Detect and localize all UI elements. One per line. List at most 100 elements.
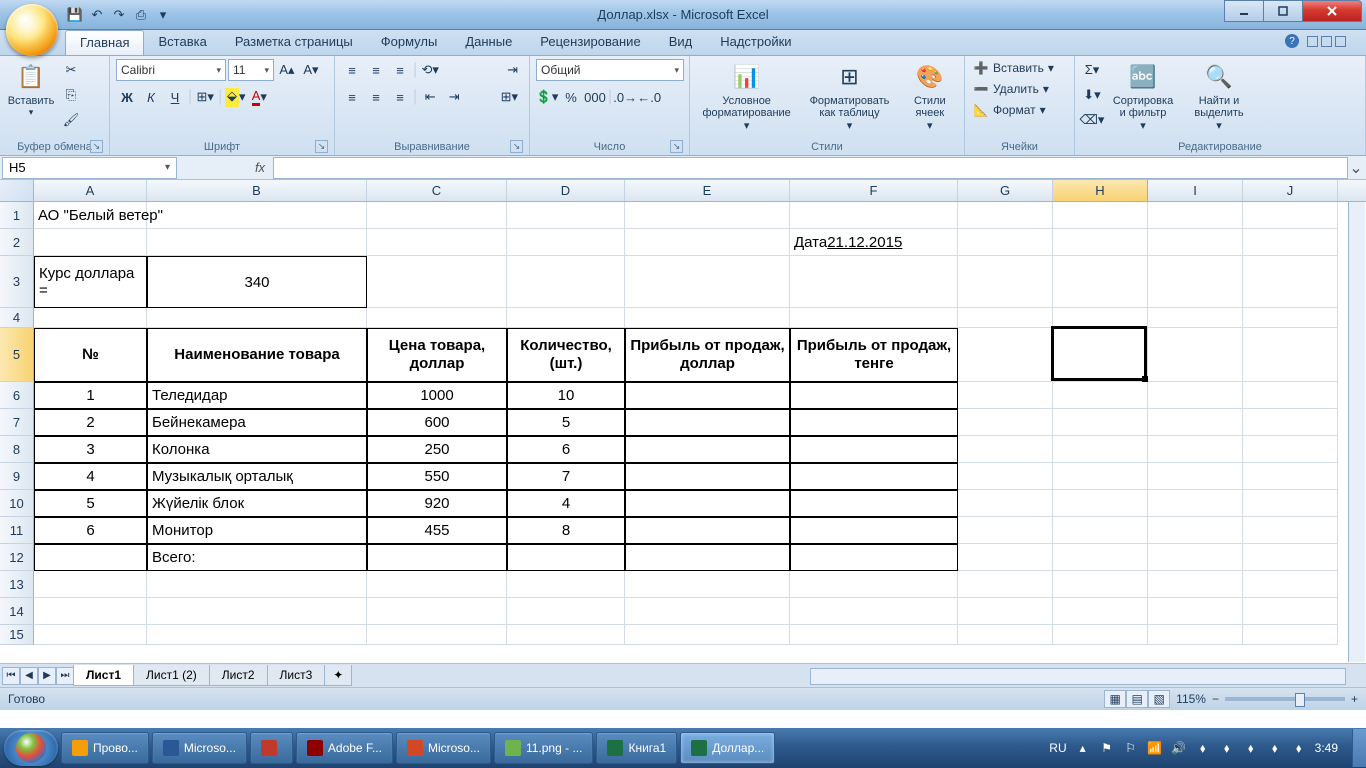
cell[interactable]: [367, 544, 507, 571]
cell[interactable]: Курс доллара =: [34, 256, 147, 308]
ribbon-tab-вид[interactable]: Вид: [655, 30, 707, 55]
new-sheet-button[interactable]: ✦: [324, 665, 352, 686]
clock[interactable]: 3:49: [1315, 741, 1338, 755]
sheet-nav-prev[interactable]: ◀: [20, 667, 38, 685]
cell[interactable]: [1243, 229, 1338, 256]
ribbon-tab-формулы[interactable]: Формулы: [367, 30, 452, 55]
ribbon-tab-рецензирование[interactable]: Рецензирование: [526, 30, 654, 55]
cell[interactable]: 2: [34, 409, 147, 436]
tray-icon[interactable]: ⬧: [1195, 740, 1211, 756]
cell[interactable]: [1148, 490, 1243, 517]
cell[interactable]: [1053, 202, 1148, 229]
format-as-table-button[interactable]: ⊞Форматировать как таблицу ▾: [802, 59, 897, 134]
cell[interactable]: [1053, 382, 1148, 409]
cell[interactable]: [1148, 463, 1243, 490]
cell[interactable]: [1243, 490, 1338, 517]
cell[interactable]: 10: [507, 382, 625, 409]
decrease-indent-button[interactable]: ⇤: [419, 86, 441, 108]
cell[interactable]: [958, 544, 1053, 571]
cell[interactable]: Колонка: [147, 436, 367, 463]
qat-new-icon[interactable]: ▾: [153, 5, 173, 25]
taskbar-item[interactable]: Прово...: [61, 732, 149, 764]
cell[interactable]: [34, 598, 147, 625]
percent-button[interactable]: %: [560, 86, 582, 108]
cell[interactable]: Теледидар: [147, 382, 367, 409]
cell[interactable]: [625, 202, 790, 229]
conditional-formatting-button[interactable]: 📊Условное форматирование ▾: [697, 59, 797, 134]
cell[interactable]: [507, 308, 625, 328]
ribbon-close-button[interactable]: [1335, 36, 1346, 47]
find-select-button[interactable]: 🔍Найти и выделить ▾: [1183, 59, 1255, 134]
borders-button[interactable]: ⊞▾: [194, 86, 216, 108]
cell[interactable]: [790, 409, 958, 436]
cell[interactable]: [790, 463, 958, 490]
cell[interactable]: Жүйелік блок: [147, 490, 367, 517]
cell[interactable]: [34, 308, 147, 328]
show-desktop-button[interactable]: [1352, 729, 1366, 767]
increase-decimal-button[interactable]: .0→: [614, 86, 636, 108]
cell[interactable]: [1148, 517, 1243, 544]
cell[interactable]: [147, 308, 367, 328]
cell[interactable]: [1053, 517, 1148, 544]
row-header[interactable]: 10: [0, 490, 34, 517]
row-header[interactable]: 1: [0, 202, 34, 229]
ribbon-tab-надстройки[interactable]: Надстройки: [706, 30, 805, 55]
cell[interactable]: [1148, 308, 1243, 328]
vertical-scrollbar[interactable]: [1348, 202, 1365, 662]
cell[interactable]: Музыкалық орталық: [147, 463, 367, 490]
cell[interactable]: [958, 490, 1053, 517]
row-header[interactable]: 4: [0, 308, 34, 328]
sheet-nav-next[interactable]: ▶: [38, 667, 56, 685]
cell[interactable]: 4: [507, 490, 625, 517]
cell[interactable]: [958, 328, 1053, 382]
cell[interactable]: 7: [507, 463, 625, 490]
cell[interactable]: [367, 229, 507, 256]
maximize-button[interactable]: [1263, 0, 1303, 22]
ribbon-restore-button[interactable]: [1321, 36, 1332, 47]
sheet-tab[interactable]: Лист3: [267, 665, 326, 686]
cell[interactable]: [1243, 463, 1338, 490]
qat-print-icon[interactable]: ⎙: [131, 5, 151, 25]
column-header[interactable]: I: [1148, 180, 1243, 201]
tray-action-icon[interactable]: ⚐: [1123, 740, 1139, 756]
cell[interactable]: [1243, 571, 1338, 598]
cell[interactable]: [1243, 256, 1338, 308]
ribbon-tab-вставка[interactable]: Вставка: [144, 30, 220, 55]
merge-center-button[interactable]: ⊞▾: [496, 86, 523, 108]
tray-chevron-icon[interactable]: ▴: [1075, 740, 1091, 756]
cell[interactable]: [147, 598, 367, 625]
row-header[interactable]: 3: [0, 256, 34, 308]
row-header[interactable]: 13: [0, 571, 34, 598]
font-name-combo[interactable]: Calibri▾: [116, 59, 226, 81]
sheet-nav-first[interactable]: ⏮: [2, 667, 20, 685]
insert-cells-button[interactable]: ➕Вставить ▾: [971, 59, 1068, 77]
cell[interactable]: [1148, 256, 1243, 308]
align-bottom-button[interactable]: ≡: [389, 59, 411, 81]
cell[interactable]: [958, 571, 1053, 598]
cell[interactable]: [1053, 436, 1148, 463]
cell[interactable]: [1053, 544, 1148, 571]
increase-indent-button[interactable]: ⇥: [443, 86, 465, 108]
cell[interactable]: 1: [34, 382, 147, 409]
cell[interactable]: №: [34, 328, 147, 382]
column-header[interactable]: E: [625, 180, 790, 201]
cell[interactable]: [790, 571, 958, 598]
cell[interactable]: [367, 625, 507, 645]
currency-button[interactable]: 💲▾: [536, 86, 558, 108]
font-size-combo[interactable]: 11▾: [228, 59, 274, 81]
cell[interactable]: [367, 571, 507, 598]
cell[interactable]: Наименование товара: [147, 328, 367, 382]
taskbar-item[interactable]: Microso...: [152, 732, 247, 764]
cell-styles-button[interactable]: 🎨Стили ячеек ▾: [902, 59, 957, 134]
cell[interactable]: [1053, 409, 1148, 436]
cell[interactable]: [790, 256, 958, 308]
normal-view-button[interactable]: ▦: [1104, 690, 1126, 708]
cell[interactable]: [625, 382, 790, 409]
row-header[interactable]: 7: [0, 409, 34, 436]
tray-icon[interactable]: ⬧: [1267, 740, 1283, 756]
cell[interactable]: [958, 598, 1053, 625]
formula-expand-button[interactable]: ⌄: [1348, 157, 1364, 179]
bold-button[interactable]: Ж: [116, 86, 138, 108]
cell[interactable]: Бейнекамера: [147, 409, 367, 436]
language-indicator[interactable]: RU: [1049, 741, 1066, 755]
